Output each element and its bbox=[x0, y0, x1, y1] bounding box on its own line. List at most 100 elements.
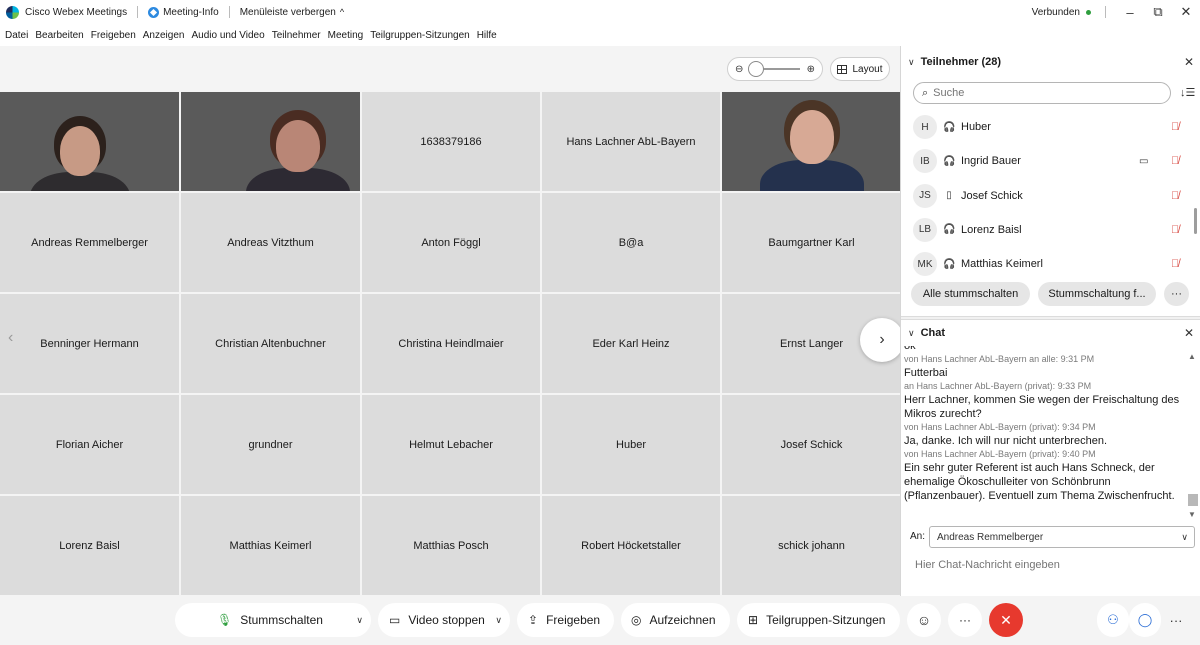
previous-page-button[interactable]: ‹ bbox=[8, 329, 13, 347]
avatar: H bbox=[913, 115, 937, 139]
participants-more-button[interactable]: ··· bbox=[1164, 282, 1189, 306]
participant-search[interactable]: ⌕ bbox=[913, 82, 1171, 104]
participant-list-item[interactable]: LB 🎧 Lorenz Baisl 🎙̸ bbox=[913, 217, 1193, 243]
muted-microphone-icon[interactable]: 🎙̸ bbox=[1171, 190, 1179, 202]
chat-scroll-down-icon[interactable]: ▼ bbox=[1188, 510, 1196, 519]
sort-list-icon[interactable]: ↓☰ bbox=[1180, 86, 1195, 99]
chat-scrollbar[interactable] bbox=[1188, 494, 1198, 506]
participant-tile[interactable]: Anton Föggl bbox=[362, 193, 540, 292]
menu-audio-video[interactable]: Audio und Video bbox=[191, 30, 264, 41]
more-options-button[interactable]: ··· bbox=[948, 603, 982, 637]
chevron-down-icon[interactable]: ∨ bbox=[908, 57, 915, 68]
chat-panel-button[interactable]: ◯ bbox=[1129, 603, 1161, 637]
participant-tile[interactable]: Baumgartner Karl bbox=[722, 193, 901, 292]
participant-video-tile[interactable] bbox=[722, 92, 901, 191]
video-label: Video stoppen bbox=[408, 613, 485, 627]
participant-tile[interactable]: Andreas Vitzthum bbox=[181, 193, 360, 292]
zoom-slider-handle[interactable] bbox=[748, 61, 764, 77]
participant-tile[interactable]: Helmut Lebacher bbox=[362, 395, 540, 494]
chevron-right-icon: › bbox=[879, 331, 885, 348]
mute-label: Stummschalten bbox=[240, 613, 323, 627]
participant-tile[interactable]: Huber bbox=[542, 395, 720, 494]
participant-tile[interactable]: Benninger Hermann bbox=[0, 294, 179, 393]
meeting-info-icon bbox=[148, 6, 160, 18]
panels-more-button[interactable]: ··· bbox=[1163, 603, 1189, 637]
restore-button[interactable]: ⧉ bbox=[1144, 0, 1172, 24]
participant-list-item[interactable]: IB 🎧 Ingrid Bauer ▭ 🎙̸ bbox=[913, 148, 1193, 174]
mute-all-button[interactable]: Alle stummschalten bbox=[911, 282, 1030, 306]
menu-help[interactable]: Hilfe bbox=[477, 30, 497, 41]
zoom-out-icon[interactable]: ⊖ bbox=[735, 64, 743, 75]
menu-share[interactable]: Freigeben bbox=[91, 30, 136, 41]
zoom-slider[interactable] bbox=[748, 61, 800, 77]
chat-bubble-icon: ◯ bbox=[1137, 612, 1153, 627]
participant-tile[interactable]: Matthias Posch bbox=[362, 496, 540, 595]
share-button[interactable]: ⇪ Freigeben bbox=[517, 603, 614, 637]
participant-search-input[interactable] bbox=[933, 87, 1144, 99]
muted-microphone-icon[interactable]: 🎙̸ bbox=[1171, 258, 1179, 270]
participant-tile-name: Matthias Keimerl bbox=[229, 539, 312, 552]
participant-tile[interactable]: Christina Heindlmaier bbox=[362, 294, 540, 393]
participant-tile[interactable]: Florian Aicher bbox=[0, 395, 179, 494]
mute-button[interactable]: 🎙 Stummschalten ∨ bbox=[175, 603, 371, 637]
minimize-button[interactable]: – bbox=[1116, 0, 1144, 24]
participant-tile[interactable]: Eder Karl Heinz bbox=[542, 294, 720, 393]
menu-view[interactable]: Anzeigen bbox=[143, 30, 185, 41]
chat-scroll-up-icon[interactable]: ▲ bbox=[1188, 352, 1196, 361]
participant-tile[interactable]: schick johann bbox=[722, 496, 901, 595]
participant-video-tile[interactable] bbox=[0, 92, 179, 191]
headset-icon: 🎧 bbox=[943, 155, 956, 167]
mute-on-entry-button[interactable]: Stummschaltung f... bbox=[1038, 282, 1156, 306]
video-options-chevron-icon[interactable]: ∨ bbox=[495, 615, 502, 626]
muted-microphone-icon[interactable]: 🎙̸ bbox=[1171, 121, 1179, 133]
close-window-button[interactable]: ✕ bbox=[1172, 0, 1200, 24]
next-page-button[interactable]: › bbox=[860, 318, 904, 362]
participant-tile[interactable]: Matthias Keimerl bbox=[181, 496, 360, 595]
panel-divider[interactable] bbox=[901, 316, 1200, 320]
participants-panel-button[interactable]: ⚇ bbox=[1097, 603, 1129, 637]
participant-tile[interactable]: Hans Lachner AbL-Bayern bbox=[542, 92, 720, 191]
participant-list-item[interactable]: MK 🎧 Matthias Keimerl 🎙̸ bbox=[913, 251, 1193, 277]
participant-video-tile[interactable] bbox=[181, 92, 360, 191]
layout-button[interactable]: Layout bbox=[830, 57, 890, 81]
menu-edit[interactable]: Bearbeiten bbox=[35, 30, 83, 41]
participant-list-item[interactable]: JS ▯ Josef Schick 🎙̸ bbox=[913, 183, 1193, 209]
hide-menu-label: Menüleiste verbergen bbox=[239, 6, 336, 18]
chevron-down-icon[interactable]: ∨ bbox=[908, 328, 915, 339]
video-person-face bbox=[790, 110, 834, 164]
participant-tile[interactable]: Lorenz Baisl bbox=[0, 496, 179, 595]
menu-breakout[interactable]: Teilgruppen-Sitzungen bbox=[370, 30, 470, 41]
close-participants-icon[interactable]: ✕ bbox=[1184, 55, 1194, 69]
muted-microphone-icon[interactable]: 🎙̸ bbox=[1171, 224, 1179, 236]
participant-name: Huber bbox=[961, 121, 991, 133]
muted-microphone-icon[interactable]: 🎙̸ bbox=[1171, 155, 1179, 167]
participants-scrollbar[interactable] bbox=[1194, 208, 1197, 234]
participant-tile[interactable]: B@a bbox=[542, 193, 720, 292]
meeting-info-button[interactable]: Meeting-Info bbox=[148, 6, 219, 18]
chat-panel-header[interactable]: ∨ Chat ✕ bbox=[901, 320, 1200, 346]
participant-tile[interactable]: Christian Altenbuchner bbox=[181, 294, 360, 393]
participant-tile[interactable]: Josef Schick bbox=[722, 395, 901, 494]
participant-tile[interactable]: Robert Höcketstaller bbox=[542, 496, 720, 595]
mute-options-chevron-icon[interactable]: ∨ bbox=[356, 615, 363, 626]
participants-panel-header[interactable]: ∨ Teilnehmer (28) ✕ bbox=[901, 49, 1200, 75]
participant-tile-name: Florian Aicher bbox=[55, 438, 124, 451]
menu-file[interactable]: Datei bbox=[5, 30, 28, 41]
end-meeting-button[interactable]: ✕ bbox=[989, 603, 1023, 637]
record-button[interactable]: ◎ Aufzeichnen bbox=[621, 603, 730, 637]
menu-meeting[interactable]: Meeting bbox=[328, 30, 364, 41]
zoom-in-icon[interactable]: ⊕ bbox=[807, 64, 815, 75]
close-chat-icon[interactable]: ✕ bbox=[1184, 326, 1194, 340]
chat-message-input[interactable] bbox=[915, 556, 1185, 574]
zoom-control[interactable]: ⊖ ⊕ bbox=[727, 57, 823, 81]
reactions-button[interactable]: ☺ bbox=[907, 603, 941, 637]
participant-tile[interactable]: grundner bbox=[181, 395, 360, 494]
participant-tile[interactable]: 1638379186 bbox=[362, 92, 540, 191]
video-button[interactable]: ▭ Video stoppen ∨ bbox=[378, 603, 510, 637]
participant-list-item[interactable]: H 🎧 Huber 🎙̸ bbox=[913, 114, 1193, 140]
participant-tile[interactable]: Andreas Remmelberger bbox=[0, 193, 179, 292]
breakout-button[interactable]: ⊞ Teilgruppen-Sitzungen bbox=[737, 603, 900, 637]
hide-menu-button[interactable]: Menüleiste verbergen ^ bbox=[240, 7, 344, 18]
chat-recipient-select[interactable]: Andreas Remmelberger ∨ bbox=[929, 526, 1195, 548]
menu-participants[interactable]: Teilnehmer bbox=[272, 30, 321, 41]
